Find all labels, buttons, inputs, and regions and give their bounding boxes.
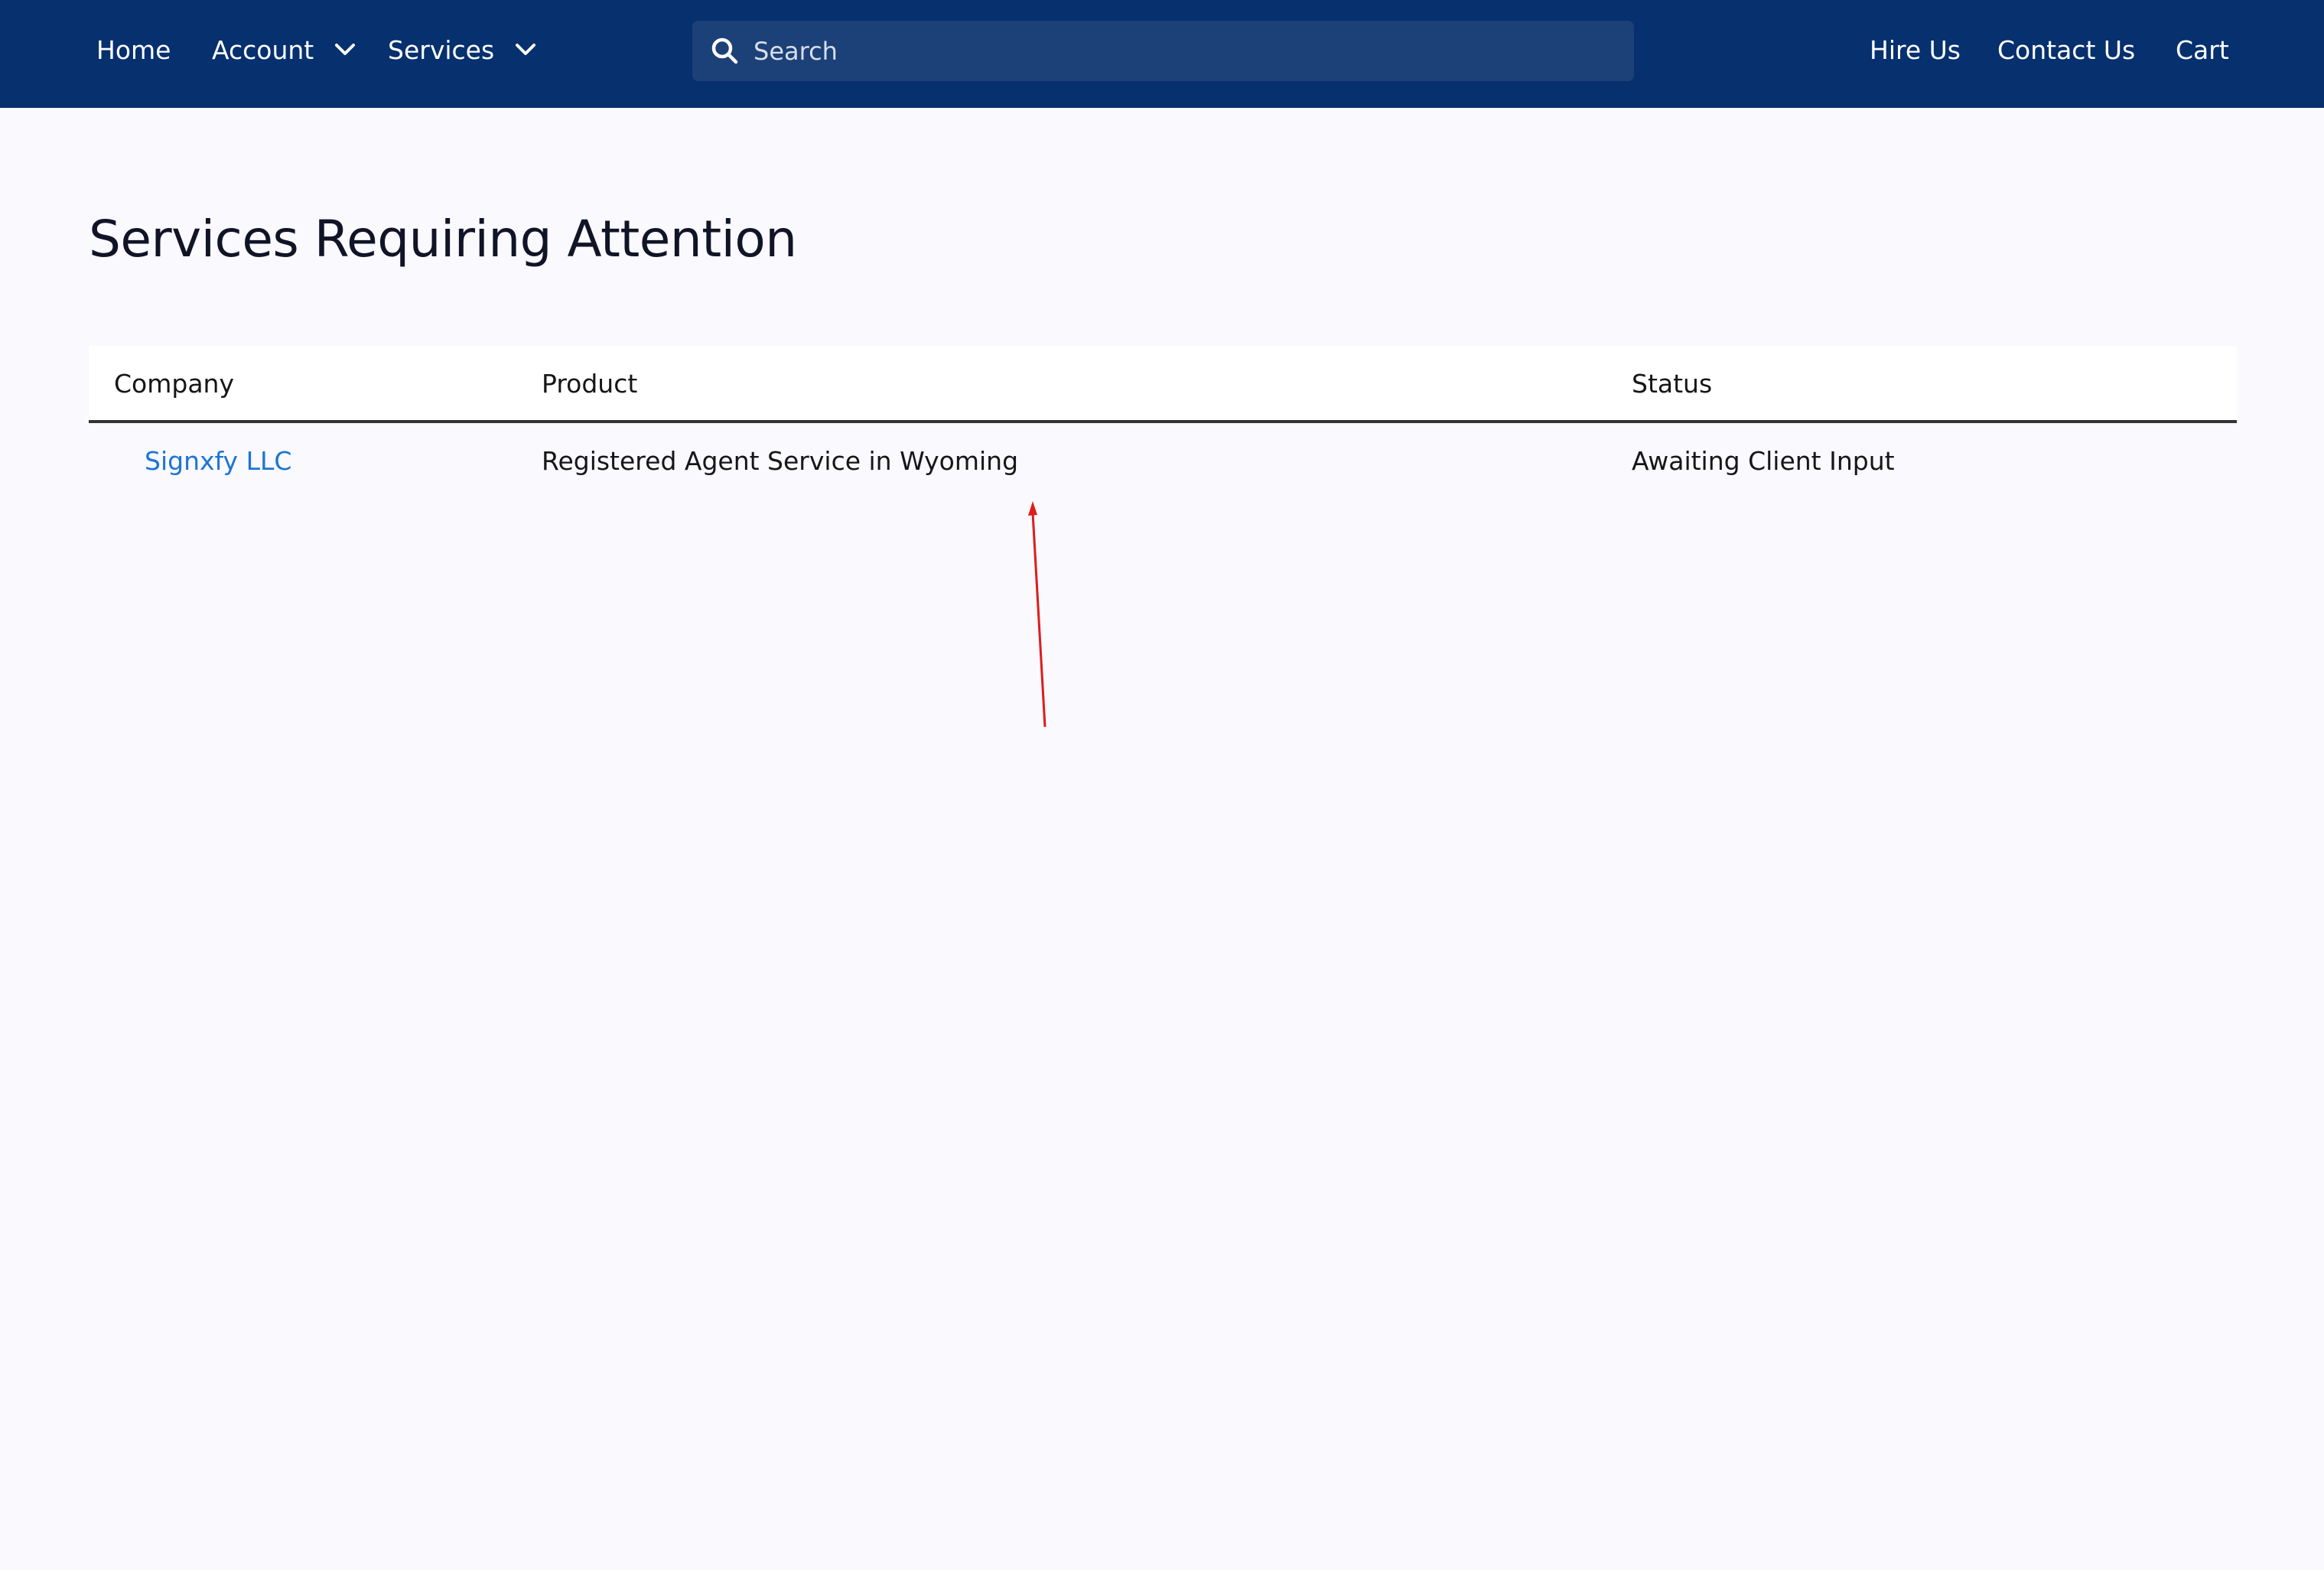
page-title: Services Requiring Attention — [89, 210, 797, 269]
nav-cart-link[interactable]: Cart — [2176, 31, 2229, 70]
nav-account-label: Account — [212, 35, 314, 65]
nav-home-link[interactable]: Home — [96, 31, 171, 70]
company-cell: Signxfy LLC — [145, 441, 291, 481]
top-navigation-bar: Home Account Services Hire Us Contact Us… — [0, 0, 2324, 108]
search-icon — [711, 37, 738, 64]
nav-contact-us-label: Contact Us — [1997, 35, 2136, 65]
status-cell: Awaiting Client Input — [1632, 446, 1895, 476]
nav-hire-us-label: Hire Us — [1870, 35, 1961, 65]
nav-services-label: Services — [388, 35, 495, 65]
nav-home-label: Home — [96, 35, 171, 65]
search-input[interactable] — [754, 21, 1618, 81]
search-bar[interactable] — [692, 21, 1634, 81]
nav-contact-us-link[interactable]: Contact Us — [1997, 31, 2135, 70]
chevron-down-icon — [515, 43, 535, 55]
product-cell: Registered Agent Service in Wyoming — [542, 446, 1019, 476]
company-link[interactable]: Signxfy LLC — [145, 446, 291, 476]
nav-hire-us-link[interactable]: Hire Us — [1870, 31, 1961, 70]
table-row: Signxfy LLC Registered Agent Service in … — [89, 425, 2237, 501]
nav-account-dropdown[interactable]: Account — [212, 31, 356, 70]
nav-cart-label: Cart — [2176, 35, 2229, 65]
annotation-arrow — [1028, 501, 1046, 728]
column-header-product: Product — [542, 369, 638, 399]
chevron-down-icon — [334, 43, 355, 55]
column-header-status: Status — [1632, 369, 1713, 399]
column-header-company: Company — [114, 369, 234, 399]
services-table-header: Company Product Status — [89, 346, 2237, 423]
nav-services-dropdown[interactable]: Services — [388, 31, 536, 70]
